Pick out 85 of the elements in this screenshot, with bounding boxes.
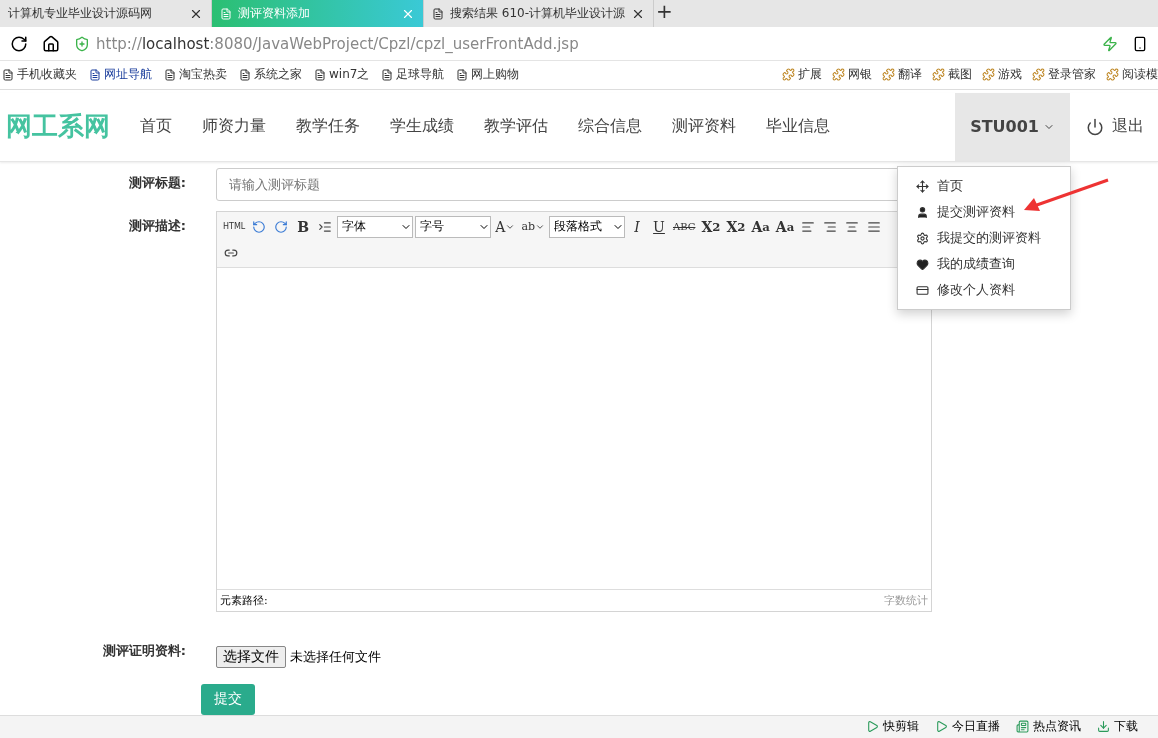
align-justify-icon	[867, 219, 882, 234]
extension-button[interactable]: 游戏	[982, 66, 1022, 84]
bookmark-link[interactable]: 网址导航	[89, 66, 152, 84]
nav-link[interactable]: 综合信息	[578, 116, 642, 138]
puzzle-icon	[882, 68, 895, 82]
nav-link[interactable]: 教学任务	[296, 116, 360, 138]
page-icon	[381, 68, 394, 81]
status-icon	[935, 720, 948, 734]
puzzle-icon	[982, 68, 995, 82]
undo-icon	[252, 219, 267, 234]
extension-button[interactable]: 翻译	[882, 66, 922, 84]
puzzle-icon	[782, 68, 795, 82]
highlight-tool[interactable]: ab	[519, 215, 547, 238]
nav-link[interactable]: 师资力量	[202, 116, 266, 138]
power-icon	[1086, 117, 1104, 136]
word-count-label: 字数统计	[884, 592, 928, 608]
bookmark-link[interactable]: 系统之家	[239, 66, 302, 84]
align-center-icon	[845, 219, 860, 234]
page-icon	[456, 68, 469, 81]
nav-link[interactable]: 教学评估	[484, 116, 548, 138]
strikethrough-tool[interactable]: ABC	[671, 215, 698, 238]
extension-button[interactable]: 扩展	[782, 66, 822, 84]
align-left-icon	[801, 219, 816, 234]
nav-link[interactable]: 毕业信息	[766, 116, 830, 138]
italic-tool[interactable]: I	[627, 215, 647, 238]
lightning-icon[interactable]	[1102, 35, 1118, 52]
extension-button[interactable]: 截图	[932, 66, 972, 84]
editor-select[interactable]: 段落格式	[549, 215, 625, 238]
field-label: 测评证明资料:	[101, 641, 186, 660]
move-icon	[916, 179, 929, 193]
user-menu-toggle[interactable]: STU001	[955, 93, 1070, 161]
status-bar-item[interactable]: 下载	[1097, 718, 1138, 736]
page-icon	[314, 68, 326, 81]
puzzle-icon	[1106, 68, 1119, 82]
status-icon	[1016, 720, 1029, 734]
editor-select[interactable]: 字号	[415, 215, 492, 238]
home-icon[interactable]	[42, 34, 60, 53]
choose-file-button[interactable]: 选择文件	[216, 645, 286, 668]
element-path-label: 元素路径:	[220, 592, 268, 608]
page-icon	[164, 68, 176, 81]
page-icon	[2, 68, 14, 81]
page-icon	[89, 68, 101, 81]
underline-tool[interactable]: U	[649, 215, 669, 238]
align-right-icon	[823, 219, 838, 234]
nav-link[interactable]: 测评资料	[672, 116, 736, 138]
redo-icon	[274, 219, 289, 234]
bookmark-link[interactable]: 足球导航	[381, 66, 445, 84]
phone-icon[interactable]	[1132, 35, 1148, 52]
bookmark-link[interactable]: 淘宝热卖	[164, 66, 227, 84]
logout-link[interactable]: 退出	[1070, 116, 1158, 138]
field-label: 测评描述:	[127, 216, 186, 235]
extension-button[interactable]: 阅读模	[1106, 66, 1158, 84]
nav-link[interactable]: 首页	[140, 116, 172, 138]
puzzle-icon	[832, 68, 845, 82]
card-icon	[916, 283, 929, 297]
page-icon	[239, 68, 251, 81]
format-tool[interactable]: B	[293, 215, 314, 238]
page-icon	[220, 7, 232, 20]
bookmark-link[interactable]: 网上购物	[456, 66, 520, 84]
address-bar[interactable]: http://localhost:8080/JavaWebProject/Cpzl/cpzl_userFrontAdd.jsp	[74, 34, 1088, 53]
indent-icon	[318, 219, 333, 234]
bookmark-link[interactable]: win7之	[314, 66, 370, 84]
html-tool[interactable]: HTML	[221, 215, 248, 238]
heart-icon	[916, 257, 929, 271]
user-icon	[916, 205, 929, 219]
status-bar-item[interactable]: 快剪辑	[866, 718, 919, 736]
editor-select[interactable]: 字体	[337, 215, 414, 238]
status-bar-item[interactable]: 热点资讯	[1016, 718, 1081, 736]
extension-button[interactable]: 登录管家	[1032, 66, 1096, 84]
page-icon	[432, 7, 444, 20]
nav-link[interactable]: 学生成绩	[390, 116, 454, 138]
file-status-text: 未选择任何文件	[290, 647, 381, 666]
new-tab-button[interactable]: +	[654, 0, 675, 22]
field-label: 测评标题:	[127, 173, 186, 192]
puzzle-icon	[932, 68, 945, 82]
status-icon	[866, 720, 879, 734]
status-bar-item[interactable]: 今日直播	[935, 718, 1000, 736]
font-color-tool[interactable]: A	[493, 215, 518, 238]
shield-icon	[74, 35, 90, 52]
puzzle-icon	[1032, 68, 1045, 82]
extension-button[interactable]: 网银	[832, 66, 872, 84]
gear-icon	[916, 231, 929, 245]
status-icon	[1097, 720, 1110, 734]
bookmark-link[interactable]: 手机收藏夹	[2, 66, 77, 84]
reload-icon[interactable]	[10, 34, 28, 53]
